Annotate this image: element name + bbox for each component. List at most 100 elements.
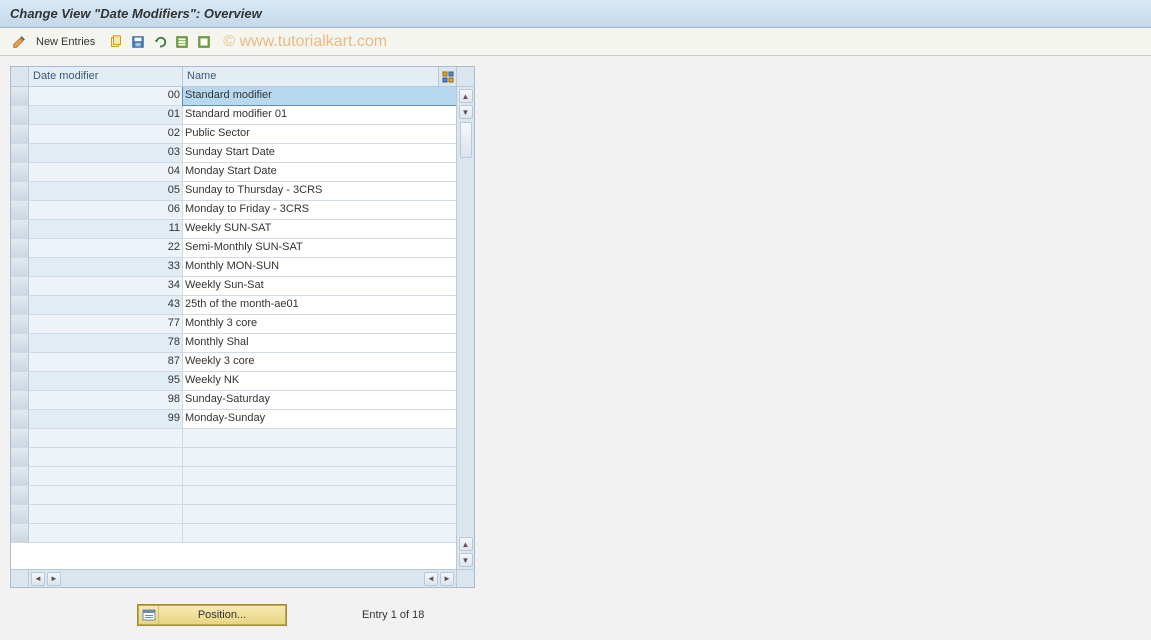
- row-selector[interactable]: [11, 410, 29, 428]
- cell-name[interactable]: Standard modifier: [183, 87, 456, 105]
- cell-code[interactable]: [29, 448, 183, 466]
- cell-code[interactable]: 02: [29, 125, 183, 143]
- cell-name[interactable]: Monthly MON-SUN: [183, 258, 456, 276]
- cell-name[interactable]: [183, 448, 456, 466]
- row-selector[interactable]: [11, 277, 29, 295]
- row-selector[interactable]: [11, 315, 29, 333]
- table-row: 05Sunday to Thursday - 3CRS: [11, 182, 456, 201]
- scroll-down-icon[interactable]: ▼: [459, 105, 473, 119]
- cell-code[interactable]: 03: [29, 144, 183, 162]
- new-entries-button[interactable]: New Entries: [36, 36, 95, 48]
- cell-name[interactable]: Monthly 3 core: [183, 315, 456, 333]
- row-selector[interactable]: [11, 87, 29, 105]
- cell-name[interactable]: Sunday Start Date: [183, 144, 456, 162]
- table-settings-button[interactable]: [438, 67, 456, 86]
- cell-code[interactable]: 11: [29, 220, 183, 238]
- row-selector[interactable]: [11, 106, 29, 124]
- row-selector[interactable]: [11, 258, 29, 276]
- cell-name[interactable]: Weekly SUN-SAT: [183, 220, 456, 238]
- scroll-thumb[interactable]: [460, 122, 472, 158]
- cell-name[interactable]: [183, 524, 456, 542]
- cell-code[interactable]: 00: [29, 87, 183, 105]
- scroll-left-col2-icon[interactable]: ◄: [424, 572, 438, 586]
- column-header-code[interactable]: Date modifier: [29, 67, 183, 86]
- column-header-name[interactable]: Name: [183, 67, 438, 86]
- cell-name[interactable]: Standard modifier 01: [183, 106, 456, 124]
- cell-name[interactable]: [183, 505, 456, 523]
- row-selector[interactable]: [11, 220, 29, 238]
- cell-code[interactable]: [29, 486, 183, 504]
- save-icon[interactable]: [129, 33, 147, 51]
- row-selector[interactable]: [11, 296, 29, 314]
- cell-name[interactable]: [183, 486, 456, 504]
- row-selector[interactable]: [11, 505, 29, 523]
- row-selector[interactable]: [11, 391, 29, 409]
- row-selector[interactable]: [11, 125, 29, 143]
- cell-code[interactable]: 33: [29, 258, 183, 276]
- row-selector[interactable]: [11, 372, 29, 390]
- row-selector[interactable]: [11, 448, 29, 466]
- table-corner[interactable]: [11, 67, 29, 86]
- cell-name[interactable]: [183, 467, 456, 485]
- deselect-all-icon[interactable]: [195, 33, 213, 51]
- row-selector[interactable]: [11, 201, 29, 219]
- select-all-icon[interactable]: [173, 33, 191, 51]
- row-selector[interactable]: [11, 467, 29, 485]
- cell-name[interactable]: Weekly 3 core: [183, 353, 456, 371]
- cell-code[interactable]: [29, 524, 183, 542]
- table-row: 06Monday to Friday - 3CRS: [11, 201, 456, 220]
- scroll-down2-icon[interactable]: ▼: [459, 553, 473, 567]
- row-selector[interactable]: [11, 239, 29, 257]
- cell-name[interactable]: Semi-Monthly SUN-SAT: [183, 239, 456, 257]
- cell-code[interactable]: 78: [29, 334, 183, 352]
- cell-code[interactable]: 06: [29, 201, 183, 219]
- scroll-left-col1-icon[interactable]: ◄: [31, 572, 45, 586]
- cell-name[interactable]: Monday to Friday - 3CRS: [183, 201, 456, 219]
- position-button[interactable]: Position...: [138, 605, 286, 625]
- cell-name[interactable]: Public Sector: [183, 125, 456, 143]
- copy-icon[interactable]: [107, 33, 125, 51]
- cell-code[interactable]: 01: [29, 106, 183, 124]
- cell-code[interactable]: 22: [29, 239, 183, 257]
- row-selector[interactable]: [11, 353, 29, 371]
- cell-code[interactable]: 98: [29, 391, 183, 409]
- position-icon: [139, 606, 159, 624]
- row-selector[interactable]: [11, 429, 29, 447]
- table-row: 00Standard modifier: [11, 87, 456, 106]
- scroll-right-col1-icon[interactable]: ►: [47, 572, 61, 586]
- cell-name[interactable]: Monday-Sunday: [183, 410, 456, 428]
- cell-code[interactable]: 99: [29, 410, 183, 428]
- table-row: 22Semi-Monthly SUN-SAT: [11, 239, 456, 258]
- cell-code[interactable]: 34: [29, 277, 183, 295]
- row-selector[interactable]: [11, 144, 29, 162]
- cell-code[interactable]: 04: [29, 163, 183, 181]
- row-selector[interactable]: [11, 524, 29, 542]
- scroll-up2-icon[interactable]: ▲: [459, 537, 473, 551]
- cell-name[interactable]: Monday Start Date: [183, 163, 456, 181]
- row-selector[interactable]: [11, 334, 29, 352]
- cell-name[interactable]: Weekly NK: [183, 372, 456, 390]
- cell-code[interactable]: 43: [29, 296, 183, 314]
- cell-name[interactable]: 25th of the month-ae01: [183, 296, 456, 314]
- cell-code[interactable]: [29, 429, 183, 447]
- cell-code[interactable]: 87: [29, 353, 183, 371]
- undo-icon[interactable]: [151, 33, 169, 51]
- cell-name[interactable]: Sunday-Saturday: [183, 391, 456, 409]
- row-selector[interactable]: [11, 486, 29, 504]
- cell-code[interactable]: [29, 467, 183, 485]
- cell-code[interactable]: 77: [29, 315, 183, 333]
- position-button-label: Position...: [159, 609, 285, 621]
- cell-name[interactable]: [183, 429, 456, 447]
- cell-name[interactable]: Sunday to Thursday - 3CRS: [183, 182, 456, 200]
- scroll-right-col2-icon[interactable]: ►: [440, 572, 454, 586]
- cell-name[interactable]: Monthly Shal: [183, 334, 456, 352]
- scroll-up-icon[interactable]: ▲: [459, 89, 473, 103]
- cell-code[interactable]: [29, 505, 183, 523]
- row-selector[interactable]: [11, 182, 29, 200]
- edit-icon[interactable]: [10, 33, 28, 51]
- cell-code[interactable]: 05: [29, 182, 183, 200]
- cell-name[interactable]: Weekly Sun-Sat: [183, 277, 456, 295]
- horizontal-scrollbar: ◄ ► ◄ ►: [11, 569, 456, 587]
- cell-code[interactable]: 95: [29, 372, 183, 390]
- row-selector[interactable]: [11, 163, 29, 181]
